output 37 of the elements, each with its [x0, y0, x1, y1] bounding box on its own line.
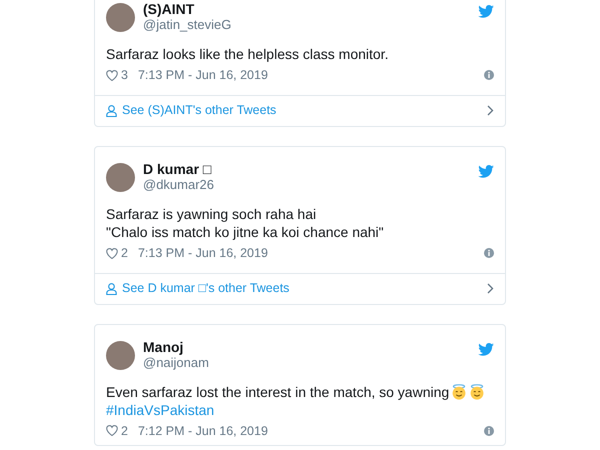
- avatar: [106, 162, 135, 192]
- tweet-text: Sarfaraz is yawning soch raha hai: [106, 204, 316, 223]
- heart-icon[interactable]: [106, 248, 118, 259]
- tweet-time[interactable]: 7:13 PM - Jun 16, 2019: [138, 66, 268, 85]
- user-handle: @dkumar26: [143, 176, 216, 193]
- bird-icon: [478, 164, 494, 178]
- other-tweets-link[interactable]: See D kumar □'s other Tweets: [122, 279, 290, 298]
- like-count: 2: [121, 422, 128, 440]
- halo-smiley-icon: [469, 384, 486, 400]
- person-icon: [106, 104, 117, 117]
- bird-icon: [478, 5, 494, 18]
- chevron-right-icon[interactable]: [487, 283, 494, 294]
- user-name: D kumar □: [143, 160, 212, 177]
- like-count: 3: [121, 67, 128, 84]
- user-handle: @jatin_stevieG: [143, 17, 232, 33]
- like-count: 2: [121, 244, 128, 262]
- info-icon[interactable]: [484, 426, 494, 436]
- user-name: (S)AINT: [143, 1, 196, 17]
- user-name: Manoj: [143, 338, 184, 354]
- person-icon: [106, 282, 117, 294]
- info-icon[interactable]: [484, 70, 494, 80]
- chevron-right-icon[interactable]: [487, 105, 494, 116]
- hashtag-link[interactable]: #IndiaVsPakistan: [106, 400, 214, 418]
- tweet-text: Sarfaraz looks like the helpless class monitor.: [106, 45, 388, 63]
- avatar: [106, 340, 135, 370]
- tweet-time[interactable]: 7:12 PM - Jun 16, 2019: [138, 422, 268, 440]
- user-handle: @naijonam: [143, 354, 210, 370]
- tweet-time[interactable]: 7:13 PM - Jun 16, 2019: [138, 244, 268, 262]
- info-icon[interactable]: [484, 248, 494, 258]
- bird-icon: [478, 342, 494, 356]
- halo-smiley-icon: [451, 384, 468, 400]
- tweet-text: "Chalo iss match ko jitne ka koi chance nahi": [106, 222, 384, 241]
- heart-icon[interactable]: [106, 70, 118, 81]
- other-tweets-link[interactable]: See (S)AINT's other Tweets: [122, 101, 276, 120]
- avatar: [106, 3, 135, 32]
- tweet-text: Even sarfaraz lost the interest in the match, so yawning: [106, 382, 450, 400]
- heart-icon[interactable]: [106, 425, 118, 436]
